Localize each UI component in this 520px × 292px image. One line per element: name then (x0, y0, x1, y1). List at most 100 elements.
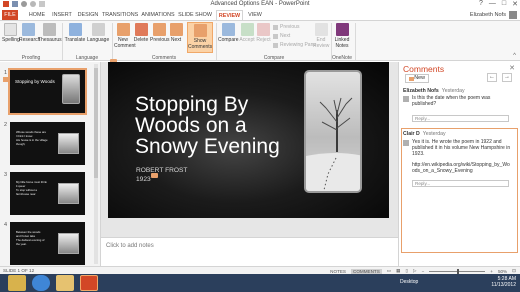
thumb-number: 2 (4, 122, 8, 128)
tab-view[interactable]: VIEW (245, 10, 265, 20)
thesaurus-icon (42, 23, 56, 36)
thumb-title: Stopping by Woods (15, 79, 55, 84)
tab-review[interactable]: REVIEW (216, 10, 243, 20)
slide-info: SLIDE 1 OF 12 (3, 268, 35, 273)
ribbon-tabs: FILE HOME INSERT DESIGN TRANSITIONS ANIM… (0, 10, 520, 20)
slide-subtitle[interactable]: ROBERT FROST 1923 (136, 166, 187, 184)
comment-link[interactable]: http://en.wikipedia.org/wiki/Stopping_by… (412, 162, 512, 174)
tab-home[interactable]: HOME (26, 10, 48, 20)
zoom-percent[interactable]: 50% (498, 269, 507, 274)
slide-title[interactable]: Stopping By Woods on a Snowy Evening (135, 94, 295, 157)
compare-button[interactable]: Compare (218, 23, 239, 43)
thumb-body: Between the woods and frozen lake The da… (16, 230, 45, 246)
tab-design[interactable]: DESIGN (76, 10, 100, 20)
next-change-button[interactable]: Next (273, 33, 290, 39)
group-label-comments: Comments (151, 55, 177, 61)
new-comment-button[interactable]: New Comment (114, 23, 136, 49)
previous-comment-icon (152, 23, 166, 36)
reply-input[interactable]: Reply... (412, 115, 509, 122)
avatar[interactable] (509, 11, 517, 19)
zoom-slider-knob[interactable] (457, 268, 460, 274)
thumb-body: Whose woods these are I think I know. Hi… (16, 130, 48, 146)
file-explorer-icon[interactable] (8, 275, 26, 291)
previous-comment-button[interactable]: Previous (150, 23, 169, 43)
group-label-proofing: Proofing (21, 55, 41, 61)
group-label-onenote: OneNote (331, 55, 352, 61)
comment-text: Yes it is. He wrote the poem in 1922 and… (412, 139, 511, 157)
reviewing-pane-icon (273, 42, 278, 48)
show-comments-button[interactable]: Show Comments (187, 22, 213, 53)
thumb-photo (58, 183, 79, 204)
previous-comment-pane-button[interactable]: ← (487, 73, 497, 82)
compare-icon (221, 23, 235, 36)
accept-button[interactable]: Accept (239, 23, 255, 43)
avatar (403, 140, 409, 146)
reply-input[interactable]: Reply... (412, 180, 509, 187)
group-separator (62, 23, 63, 60)
language-button[interactable]: Language (87, 23, 109, 43)
reject-button[interactable]: Reject (256, 23, 271, 43)
new-comment-pane-button[interactable]: New (405, 74, 429, 83)
slide-thumbnail-3[interactable]: My little horse must think it queer To s… (10, 172, 85, 215)
linked-notes-button[interactable]: Linked Notes (333, 23, 351, 49)
comment-author: Elizabeth Nofs Yesterday (403, 88, 465, 94)
avatar (403, 96, 409, 102)
tab-file[interactable]: FILE (2, 10, 18, 20)
thumb-body: My little horse must think it queer To s… (16, 180, 47, 196)
group-separator (216, 23, 217, 60)
group-separator (355, 23, 356, 60)
zoom-out-icon[interactable]: − (422, 269, 425, 274)
research-button[interactable]: Research (19, 23, 40, 43)
comment-text: Is this the date when the poem was publi… (412, 95, 491, 107)
spelling-button[interactable]: Spelling (2, 23, 20, 43)
thumb-photo (58, 133, 79, 154)
taskbar: Desktop 5:28 AM 11/13/2012 (0, 274, 520, 292)
slide-thumbnail-2[interactable]: Whose woods these are I think I know. Hi… (10, 122, 85, 165)
help-button[interactable]: ? (479, 0, 483, 8)
thumb-number: 1 (4, 70, 8, 76)
end-review-button[interactable]: End Review (313, 23, 329, 49)
file-manager-icon[interactable] (56, 275, 74, 291)
next-comment-button[interactable]: Next (169, 23, 183, 43)
reviewing-pane-button[interactable]: Reviewing Pane (273, 42, 316, 48)
user-name[interactable]: Elizabeth Nofs (470, 10, 506, 20)
tab-animations[interactable]: ANIMATIONS (141, 10, 175, 20)
comments-toggle[interactable]: COMMENTS (351, 268, 382, 274)
minimize-button[interactable]: — (489, 0, 496, 8)
thumb-number: 3 (4, 172, 8, 178)
tab-slide-show[interactable]: SLIDE SHOW (178, 10, 212, 20)
comment-marker-icon[interactable] (151, 173, 158, 178)
notes-pane[interactable]: Click to add notes (101, 237, 398, 266)
notes-placeholder: Click to add notes (106, 243, 154, 249)
slide-thumbnails-panel: 1 Stopping by Woods 2 Whose woods these … (0, 62, 100, 266)
window-controls: ? — □ ✕ (479, 0, 518, 8)
collapse-ribbon-icon[interactable]: ^ (513, 53, 516, 59)
next-comment-icon (169, 23, 183, 36)
thesaurus-button[interactable]: Thesaurus (38, 23, 62, 43)
research-icon (21, 23, 35, 36)
thumbnails-scrollbar-thumb[interactable] (94, 68, 98, 178)
translate-button[interactable]: Translate (64, 23, 86, 43)
tab-insert[interactable]: INSERT (50, 10, 74, 20)
close-pane-icon[interactable]: ✕ (509, 64, 515, 72)
maximize-button[interactable]: □ (502, 0, 506, 8)
internet-explorer-icon[interactable] (32, 275, 50, 291)
desktop-label[interactable]: Desktop (400, 279, 418, 285)
slide-thumbnail-1[interactable]: Stopping by Woods (8, 68, 87, 115)
system-clock[interactable]: 5:28 AM 11/13/2012 (491, 276, 516, 288)
next-comment-pane-button[interactable]: → (502, 73, 512, 82)
zoom-in-icon[interactable]: + (490, 269, 493, 274)
notes-toggle[interactable]: NOTES (330, 269, 346, 274)
slide-thumbnail-4[interactable]: Between the woods and frozen lake The da… (10, 222, 85, 265)
slide-editing-area: Stopping By Woods on a Snowy Evening ROB… (100, 59, 398, 266)
close-button[interactable]: ✕ (512, 0, 518, 8)
previous-change-button[interactable]: Previous (273, 24, 299, 30)
zoom-slider[interactable] (429, 268, 486, 274)
new-comment-icon (409, 77, 414, 81)
delete-comment-button[interactable]: Delete (133, 23, 149, 43)
tab-transitions[interactable]: TRANSITIONS (102, 10, 138, 20)
current-slide[interactable]: Stopping By Woods on a Snowy Evening ROB… (108, 62, 389, 218)
delete-comment-icon (134, 23, 148, 36)
comment-thread: Elizabeth Nofs Yesterday (403, 88, 515, 94)
powerpoint-taskbar-icon[interactable] (80, 275, 98, 291)
